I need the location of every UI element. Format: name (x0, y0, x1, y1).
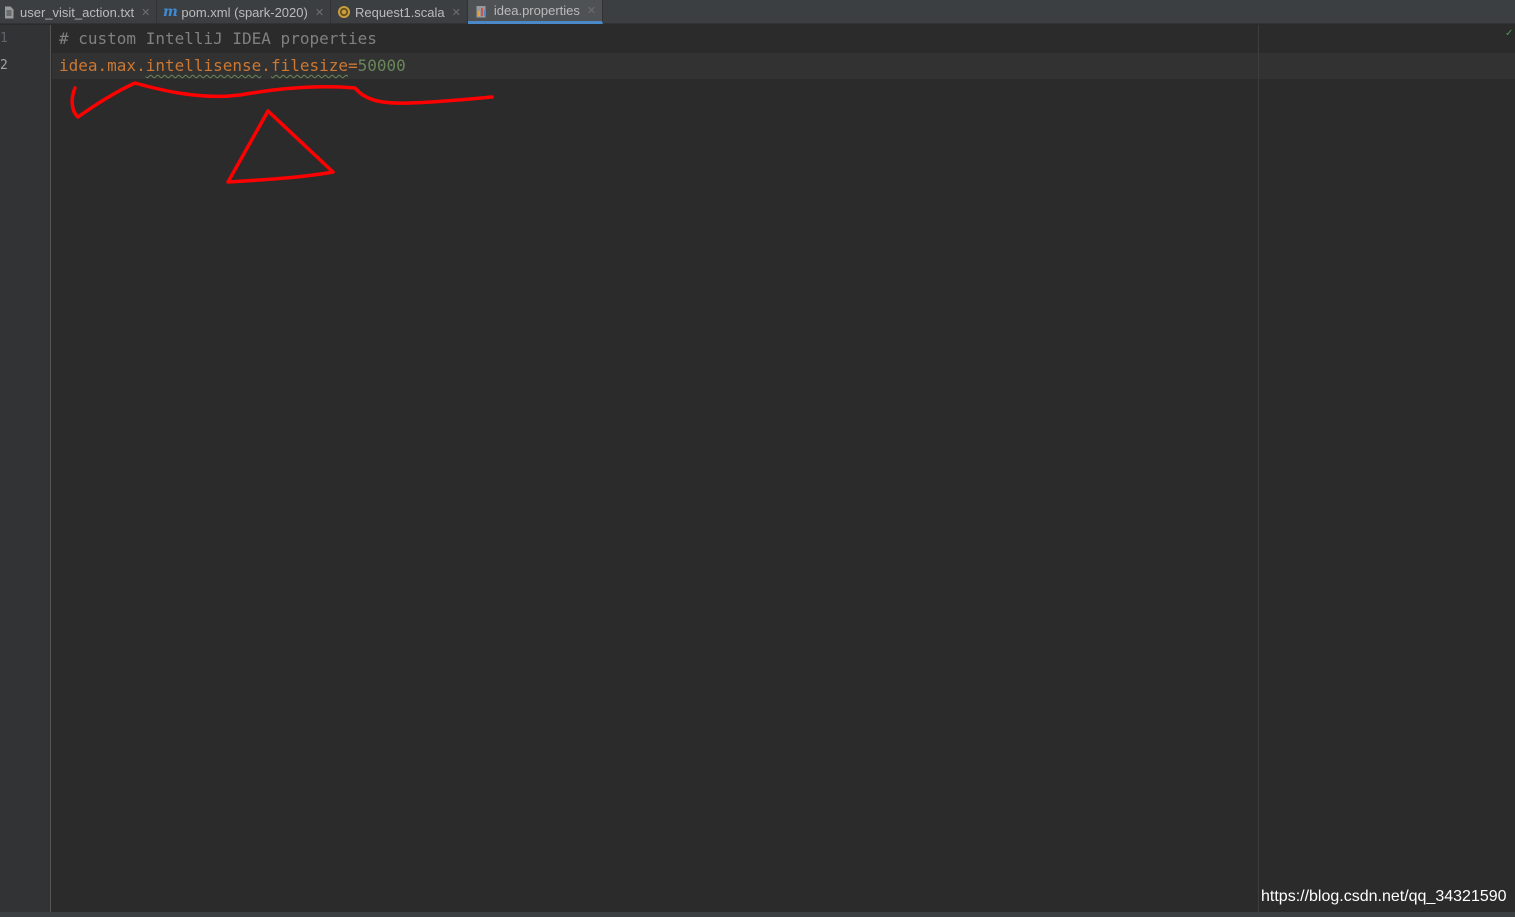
tab-pom-xml[interactable]: m pom.xml (spark-2020) ✕ (157, 0, 332, 24)
code-line-property[interactable]: idea.max.intellisense.filesize=50000 (59, 56, 406, 75)
tab-user-visit-action[interactable]: user_visit_action.txt ✕ (0, 0, 158, 24)
tab-label: user_visit_action.txt (20, 4, 135, 20)
scala-object-icon (337, 5, 351, 19)
right-margin-guide (1258, 25, 1259, 912)
code-line-comment[interactable]: # custom IntelliJ IDEA properties (59, 29, 377, 48)
maven-m-icon: m (162, 4, 178, 20)
close-icon[interactable]: ✕ (141, 6, 150, 19)
tab-label: pom.xml (spark-2020) (181, 4, 308, 20)
editor-tab-bar: user_visit_action.txt ✕ m pom.xml (spark… (0, 0, 1515, 24)
close-icon[interactable]: ✕ (452, 6, 461, 19)
status-strip (0, 912, 1515, 917)
tab-request1-scala[interactable]: Request1.scala ✕ (331, 0, 468, 24)
properties-file-icon (476, 4, 490, 18)
line-number: 2 (0, 58, 8, 73)
tab-label: Request1.scala (355, 4, 445, 20)
property-equals: = (348, 56, 358, 75)
line-number-gutter[interactable]: 1 2 (0, 25, 51, 912)
tab-idea-properties[interactable]: idea.properties ✕ (467, 0, 604, 24)
property-key-segment-typo: filesize (270, 56, 348, 75)
close-icon[interactable]: ✕ (315, 6, 324, 19)
line-number: 1 (0, 31, 8, 46)
property-key-segment: idea.max. (59, 56, 146, 75)
tab-label: idea.properties (493, 3, 580, 18)
ide-window: user_visit_action.txt ✕ m pom.xml (spark… (0, 0, 1515, 917)
property-key-segment-typo: intellisense (145, 56, 262, 75)
property-key-separator: . (261, 56, 271, 75)
close-icon[interactable]: ✕ (587, 4, 596, 17)
code-editor[interactable]: # custom IntelliJ IDEA properties idea.m… (52, 25, 1515, 912)
watermark-url: https://blog.csdn.net/qq_34321590 (1261, 888, 1507, 905)
check-icon[interactable]: ✓ (1505, 28, 1513, 39)
property-value: 50000 (357, 56, 406, 75)
text-file-icon (2, 5, 16, 19)
